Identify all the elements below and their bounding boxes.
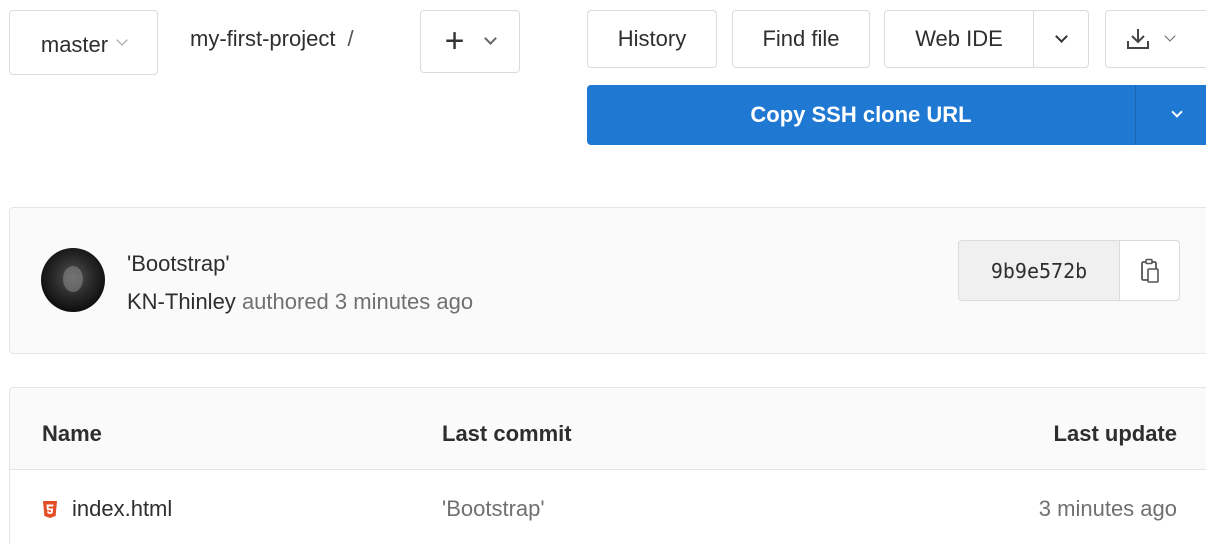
history-button[interactable]: History <box>587 10 717 68</box>
web-ide-label: Web IDE <box>915 26 1003 51</box>
commit-sha-group: 9b9e572b <box>958 240 1180 301</box>
clone-dropdown-toggle[interactable] <box>1135 85 1206 145</box>
table-row[interactable]: index.html 'Bootstrap' 3 minutes ago <box>10 470 1206 544</box>
project-path-link[interactable]: my-first-project <box>190 26 335 51</box>
file-name-link[interactable]: index.html <box>72 496 172 522</box>
avatar[interactable] <box>41 248 105 312</box>
copy-ssh-clone-button[interactable]: Copy SSH clone URL <box>587 85 1135 145</box>
branch-label: master <box>40 31 109 57</box>
download-icon <box>1127 29 1149 49</box>
last-commit-panel: 'Bootstrap' KN-Thinley authored 3 minute… <box>9 207 1206 354</box>
file-tree-table: Name Last commit Last update index.html … <box>9 387 1206 544</box>
file-name-cell[interactable]: index.html <box>42 496 172 522</box>
commit-meta: KN-Thinley authored 3 minutes ago <box>127 289 473 315</box>
find-file-button[interactable]: Find file <box>732 10 870 68</box>
plus-icon: + <box>444 21 465 60</box>
file-last-commit-link[interactable]: 'Bootstrap' <box>442 496 545 522</box>
commit-authored-time: authored 3 minutes ago <box>241 289 474 314</box>
chevron-down-icon <box>1164 30 1176 42</box>
clone-split-button: Copy SSH clone URL <box>587 85 1206 145</box>
web-ide-button[interactable]: Web IDE <box>884 10 1034 68</box>
find-file-label: Find file <box>762 26 840 51</box>
column-header-last-commit: Last commit <box>442 421 572 446</box>
commit-sha-link[interactable]: 9b9e572b <box>959 241 1120 300</box>
chevron-down-icon <box>116 33 128 46</box>
copy-sha-button[interactable] <box>1120 241 1179 300</box>
download-dropdown[interactable] <box>1105 10 1206 68</box>
commit-author-link[interactable]: KN-Thinley <box>127 289 236 314</box>
branch-dropdown[interactable]: master <box>9 10 158 75</box>
add-dropdown-button[interactable]: + <box>420 10 520 73</box>
chevron-down-icon <box>1170 106 1183 118</box>
breadcrumb: my-first-project / <box>190 26 354 52</box>
chevron-down-icon <box>1054 29 1068 43</box>
clipboard-icon <box>1140 258 1159 283</box>
web-ide-dropdown-toggle[interactable] <box>1033 10 1089 68</box>
html5-icon <box>43 500 57 518</box>
chevron-down-icon <box>484 32 498 45</box>
column-header-name: Name <box>42 421 102 446</box>
clone-label: Copy SSH clone URL <box>750 102 972 127</box>
table-header: Name Last commit Last update <box>10 388 1206 470</box>
file-last-update: 3 minutes ago <box>1038 496 1177 521</box>
column-header-last-update: Last update <box>1053 421 1177 446</box>
commit-title-link[interactable]: 'Bootstrap' <box>127 251 230 277</box>
history-label: History <box>617 26 687 51</box>
path-separator: / <box>347 26 354 51</box>
